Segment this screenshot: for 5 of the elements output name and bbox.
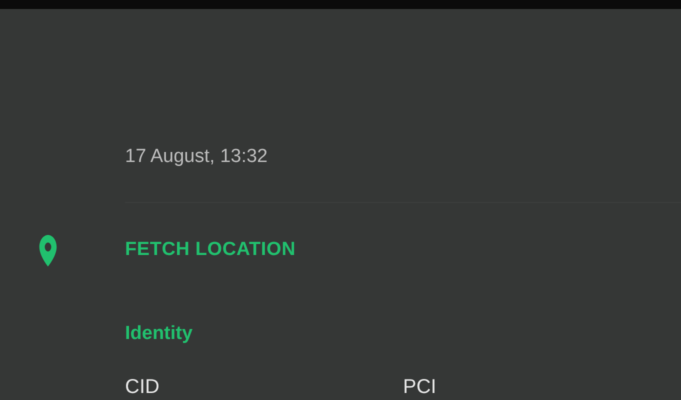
section-heading: Identity <box>125 323 194 345</box>
field-label: PCI <box>403 376 438 399</box>
date-time: 17 August, 13:32 <box>125 146 268 167</box>
field-label: CID <box>125 376 160 399</box>
fetch-location-button[interactable]: FETCH LOCATION <box>125 239 296 261</box>
